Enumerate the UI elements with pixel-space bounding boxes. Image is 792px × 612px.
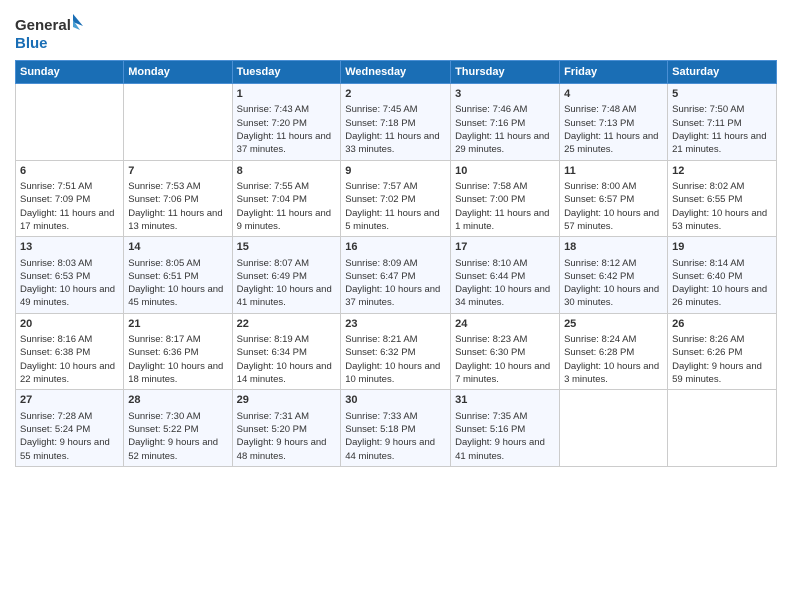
- calendar-cell: 8Sunrise: 7:55 AMSunset: 7:04 PMDaylight…: [232, 160, 341, 237]
- week-row-2: 6Sunrise: 7:51 AMSunset: 7:09 PMDaylight…: [16, 160, 777, 237]
- day-number: 23: [345, 317, 446, 332]
- calendar-cell: 21Sunrise: 8:17 AMSunset: 6:36 PMDayligh…: [124, 313, 232, 390]
- calendar-cell: 9Sunrise: 7:57 AMSunset: 7:02 PMDaylight…: [341, 160, 451, 237]
- calendar-cell: 19Sunrise: 8:14 AMSunset: 6:40 PMDayligh…: [668, 237, 777, 314]
- calendar-cell: 15Sunrise: 8:07 AMSunset: 6:49 PMDayligh…: [232, 237, 341, 314]
- calendar-cell: 17Sunrise: 8:10 AMSunset: 6:44 PMDayligh…: [451, 237, 560, 314]
- day-number: 16: [345, 240, 446, 255]
- week-row-5: 27Sunrise: 7:28 AMSunset: 5:24 PMDayligh…: [16, 390, 777, 467]
- calendar-cell: 29Sunrise: 7:31 AMSunset: 5:20 PMDayligh…: [232, 390, 341, 467]
- day-number: 6: [20, 164, 119, 179]
- calendar-cell: 13Sunrise: 8:03 AMSunset: 6:53 PMDayligh…: [16, 237, 124, 314]
- calendar-cell: 3Sunrise: 7:46 AMSunset: 7:16 PMDaylight…: [451, 84, 560, 161]
- calendar-cell: 12Sunrise: 8:02 AMSunset: 6:55 PMDayligh…: [668, 160, 777, 237]
- calendar-cell: 22Sunrise: 8:19 AMSunset: 6:34 PMDayligh…: [232, 313, 341, 390]
- calendar-cell: 2Sunrise: 7:45 AMSunset: 7:18 PMDaylight…: [341, 84, 451, 161]
- calendar-cell: [560, 390, 668, 467]
- day-number: 9: [345, 164, 446, 179]
- logo: General Blue: [15, 10, 85, 54]
- day-header-monday: Monday: [124, 61, 232, 84]
- calendar-cell: 30Sunrise: 7:33 AMSunset: 5:18 PMDayligh…: [341, 390, 451, 467]
- calendar-cell: 23Sunrise: 8:21 AMSunset: 6:32 PMDayligh…: [341, 313, 451, 390]
- calendar-cell: 11Sunrise: 8:00 AMSunset: 6:57 PMDayligh…: [560, 160, 668, 237]
- logo-svg: General Blue: [15, 10, 85, 54]
- day-number: 20: [20, 317, 119, 332]
- day-number: 27: [20, 393, 119, 408]
- day-number: 31: [455, 393, 555, 408]
- header-row: SundayMondayTuesdayWednesdayThursdayFrid…: [16, 61, 777, 84]
- calendar-page: General Blue SundayMondayTuesdayWednesda…: [0, 0, 792, 477]
- day-number: 3: [455, 87, 555, 102]
- day-header-sunday: Sunday: [16, 61, 124, 84]
- calendar-cell: 7Sunrise: 7:53 AMSunset: 7:06 PMDaylight…: [124, 160, 232, 237]
- svg-text:General: General: [15, 17, 71, 34]
- calendar-cell: 26Sunrise: 8:26 AMSunset: 6:26 PMDayligh…: [668, 313, 777, 390]
- day-header-wednesday: Wednesday: [341, 61, 451, 84]
- day-number: 5: [672, 87, 772, 102]
- day-number: 4: [564, 87, 663, 102]
- header: General Blue: [15, 10, 777, 54]
- calendar-cell: [124, 84, 232, 161]
- day-number: 2: [345, 87, 446, 102]
- day-number: 13: [20, 240, 119, 255]
- calendar-cell: 10Sunrise: 7:58 AMSunset: 7:00 PMDayligh…: [451, 160, 560, 237]
- day-number: 22: [237, 317, 337, 332]
- day-number: 12: [672, 164, 772, 179]
- day-number: 30: [345, 393, 446, 408]
- calendar-cell: 16Sunrise: 8:09 AMSunset: 6:47 PMDayligh…: [341, 237, 451, 314]
- svg-text:Blue: Blue: [15, 35, 48, 52]
- day-number: 21: [128, 317, 227, 332]
- week-row-3: 13Sunrise: 8:03 AMSunset: 6:53 PMDayligh…: [16, 237, 777, 314]
- day-number: 29: [237, 393, 337, 408]
- calendar-cell: 14Sunrise: 8:05 AMSunset: 6:51 PMDayligh…: [124, 237, 232, 314]
- week-row-4: 20Sunrise: 8:16 AMSunset: 6:38 PMDayligh…: [16, 313, 777, 390]
- week-row-1: 1Sunrise: 7:43 AMSunset: 7:20 PMDaylight…: [16, 84, 777, 161]
- calendar-cell: 1Sunrise: 7:43 AMSunset: 7:20 PMDaylight…: [232, 84, 341, 161]
- day-number: 14: [128, 240, 227, 255]
- day-header-thursday: Thursday: [451, 61, 560, 84]
- day-number: 19: [672, 240, 772, 255]
- day-header-friday: Friday: [560, 61, 668, 84]
- calendar-cell: 31Sunrise: 7:35 AMSunset: 5:16 PMDayligh…: [451, 390, 560, 467]
- calendar-cell: 28Sunrise: 7:30 AMSunset: 5:22 PMDayligh…: [124, 390, 232, 467]
- day-number: 7: [128, 164, 227, 179]
- calendar-cell: 20Sunrise: 8:16 AMSunset: 6:38 PMDayligh…: [16, 313, 124, 390]
- calendar-cell: 25Sunrise: 8:24 AMSunset: 6:28 PMDayligh…: [560, 313, 668, 390]
- calendar-cell: 24Sunrise: 8:23 AMSunset: 6:30 PMDayligh…: [451, 313, 560, 390]
- calendar-cell: [668, 390, 777, 467]
- day-number: 18: [564, 240, 663, 255]
- day-number: 28: [128, 393, 227, 408]
- day-number: 25: [564, 317, 663, 332]
- day-number: 15: [237, 240, 337, 255]
- day-number: 11: [564, 164, 663, 179]
- calendar-cell: [16, 84, 124, 161]
- calendar-cell: 27Sunrise: 7:28 AMSunset: 5:24 PMDayligh…: [16, 390, 124, 467]
- day-header-saturday: Saturday: [668, 61, 777, 84]
- calendar-cell: 18Sunrise: 8:12 AMSunset: 6:42 PMDayligh…: [560, 237, 668, 314]
- calendar-table: SundayMondayTuesdayWednesdayThursdayFrid…: [15, 60, 777, 467]
- day-header-tuesday: Tuesday: [232, 61, 341, 84]
- day-number: 10: [455, 164, 555, 179]
- calendar-cell: 5Sunrise: 7:50 AMSunset: 7:11 PMDaylight…: [668, 84, 777, 161]
- day-number: 24: [455, 317, 555, 332]
- calendar-cell: 6Sunrise: 7:51 AMSunset: 7:09 PMDaylight…: [16, 160, 124, 237]
- day-number: 1: [237, 87, 337, 102]
- day-number: 17: [455, 240, 555, 255]
- calendar-cell: 4Sunrise: 7:48 AMSunset: 7:13 PMDaylight…: [560, 84, 668, 161]
- day-number: 26: [672, 317, 772, 332]
- day-number: 8: [237, 164, 337, 179]
